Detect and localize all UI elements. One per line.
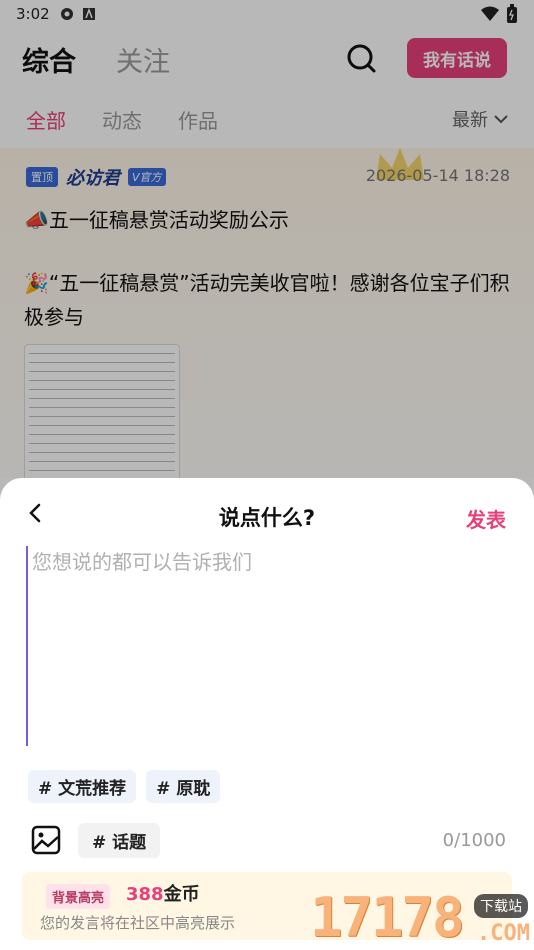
compose-input[interactable] xyxy=(26,546,508,746)
tag-yuandan[interactable]: # 原耽 xyxy=(146,770,221,803)
tag-wenhuang-recommend[interactable]: # 文荒推荐 xyxy=(28,770,137,803)
topic-button[interactable]: # 话题 xyxy=(78,822,161,858)
compose-sheet: 说点什么? 发表 # 文荒推荐 # 原耽 # 话题 0/1000 背景高亮 38… xyxy=(0,478,534,950)
coin-price: 388金币 xyxy=(126,880,200,906)
coin-amount: 388 xyxy=(126,884,164,905)
highlight-badge: 背景高亮 xyxy=(46,884,111,909)
watermark-number: 17178 xyxy=(310,886,465,949)
char-counter: 0/1000 xyxy=(442,829,506,851)
sheet-title: 说点什么? xyxy=(218,506,316,530)
coin-unit: 金币 xyxy=(163,884,200,905)
compose-toolbar: # 话题 0/1000 xyxy=(30,820,506,860)
site-watermark: 17178 下载站 .COM xyxy=(310,886,534,950)
suggested-tags: # 文荒推荐 # 原耽 xyxy=(28,770,221,803)
watermark-suffix: .COM xyxy=(477,921,530,946)
image-icon[interactable] xyxy=(30,824,62,856)
highlight-description: 您的发言将在社区中高亮展示 xyxy=(40,914,236,932)
publish-button[interactable]: 发表 xyxy=(466,504,506,533)
watermark-download: 下载站 xyxy=(474,894,528,918)
